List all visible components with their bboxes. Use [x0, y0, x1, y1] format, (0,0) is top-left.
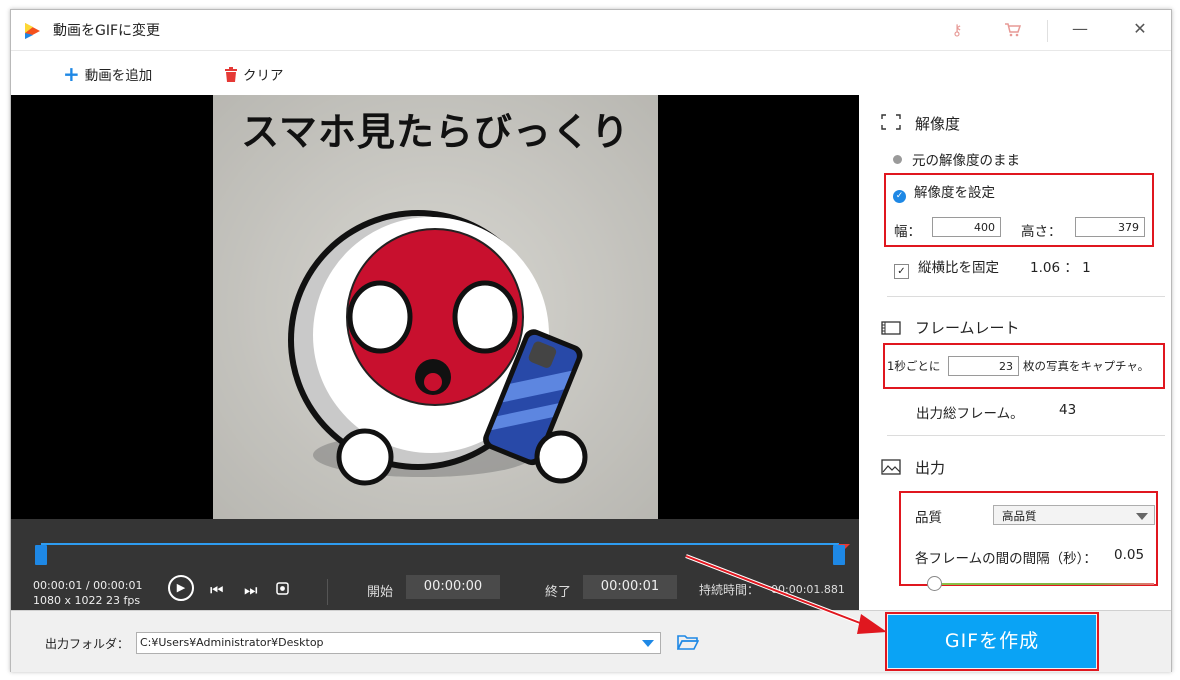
title-divider	[1047, 20, 1048, 42]
set-resolution-label: 解像度を設定	[914, 185, 995, 201]
total-frames-value: 43	[1059, 402, 1077, 418]
ratio-value: 1.06 ： 1	[1030, 260, 1091, 276]
create-gif-button[interactable]: GIFを作成	[888, 615, 1096, 668]
timeline-track[interactable]	[35, 535, 850, 565]
radio-unselected-icon	[893, 155, 902, 164]
snapshot-icon[interactable]	[276, 581, 289, 599]
chevron-down-icon[interactable]	[642, 640, 654, 647]
video-frame: スマホ見たらびっくり	[213, 95, 658, 519]
output-folder-input[interactable]: C:¥Users¥Administrator¥Desktop	[136, 632, 661, 654]
resolution-icon	[881, 114, 901, 130]
clear-label: クリア	[243, 68, 284, 84]
output-folder-path: C:¥Users¥Administrator¥Desktop	[140, 636, 324, 649]
interval-slider-knob[interactable]	[927, 576, 943, 591]
next-frame-icon[interactable]: ⏭	[244, 581, 258, 599]
checkbox-checked-icon: ✓	[894, 264, 909, 279]
output-title: 出力	[915, 459, 946, 477]
chevron-down-icon	[1136, 513, 1148, 520]
time-info: 00:00:01 / 00:00:01 1080 x 1022 23 fps	[33, 578, 143, 608]
quality-select[interactable]: 高品質	[993, 505, 1155, 525]
keep-ratio-checkbox[interactable]: ✓ 縦横比を固定	[894, 256, 999, 279]
meme-image	[213, 95, 658, 519]
prev-frame-icon[interactable]: ⏮	[210, 581, 224, 599]
clear-button[interactable]: クリア	[224, 64, 284, 84]
timeline-line	[41, 543, 839, 545]
settings-panel: 解像度 元の解像度のまま ✓ 解像度を設定 幅： 400 高さ： 379 ✓ 縦横比…	[859, 95, 1171, 610]
minimize-button[interactable]: —	[1063, 16, 1097, 42]
end-label: 終了	[545, 585, 572, 600]
start-label: 開始	[367, 585, 394, 600]
width-input[interactable]: 400	[932, 217, 1001, 237]
playback-controls: 00:00:01 / 00:00:01 1080 x 1022 23 fps ▶…	[11, 519, 859, 610]
end-time-input[interactable]: 00:00:01	[583, 575, 677, 599]
duration-label: 持続時間：	[699, 583, 760, 597]
height-input[interactable]: 379	[1075, 217, 1145, 237]
close-button[interactable]: ✕	[1123, 16, 1157, 42]
quality-label: 品質	[915, 510, 942, 526]
section-divider	[887, 435, 1165, 436]
interval-value: 0.05	[1114, 547, 1145, 563]
radio-checked-icon: ✓	[893, 190, 906, 203]
title-bar: 動画をGIFに変更 ⚷ — ✕	[11, 10, 1171, 50]
toolbar: + 動画を追加 クリア	[11, 50, 1171, 95]
add-video-button[interactable]: + 動画を追加	[63, 64, 152, 84]
image-icon	[881, 459, 901, 475]
keep-original-radio[interactable]: 元の解像度のまま	[893, 149, 1020, 169]
set-resolution-radio[interactable]: ✓ 解像度を設定	[893, 181, 995, 203]
current-time: 00:00:01 / 00:00:01	[33, 579, 143, 592]
width-label: 幅：	[894, 224, 921, 240]
key-icon[interactable]: ⚷	[945, 18, 969, 42]
interval-slider-track[interactable]	[930, 583, 1154, 585]
window-title: 動画をGIFに変更	[53, 23, 161, 39]
meme-caption: スマホ見たらびっくり	[241, 110, 630, 154]
filmstrip-icon	[881, 321, 901, 335]
start-time-input[interactable]: 00:00:00	[406, 575, 500, 599]
plus-icon: +	[63, 62, 80, 86]
total-frames-label: 出力総フレーム。	[916, 406, 1024, 422]
per-second-prefix: 1秒ごとに	[887, 359, 941, 373]
trim-end-handle[interactable]	[833, 545, 845, 565]
app-window: 動画をGIFに変更 ⚷ — ✕ + 動画を追加 クリア スマホ見たらびっくり 0…	[10, 9, 1172, 672]
trash-icon	[225, 66, 237, 82]
trim-start-handle[interactable]	[35, 545, 47, 565]
add-video-label: 動画を追加	[84, 68, 153, 84]
interval-label: 各フレームの間の間隔（秒）：	[915, 551, 1097, 567]
video-preview: スマホ見たらびっくり	[11, 95, 859, 519]
per-second-suffix: 枚の写真をキャプチャ。	[1023, 359, 1150, 373]
keep-original-label: 元の解像度のまま	[912, 153, 1020, 169]
folder-open-icon[interactable]	[677, 633, 699, 651]
height-label: 高さ：	[1021, 224, 1062, 240]
section-divider	[887, 296, 1165, 297]
quality-value: 高品質	[1002, 509, 1037, 523]
separator	[327, 579, 328, 605]
bottom-bar: 出力フォルダ： C:¥Users¥Administrator¥Desktop G…	[11, 610, 1171, 672]
framerate-title: フレームレート	[915, 319, 1020, 337]
resolution-fps: 1080 x 1022 23 fps	[33, 594, 141, 607]
duration-value: 00:00:01.881	[771, 583, 845, 596]
cart-icon[interactable]	[1001, 18, 1025, 42]
app-logo-icon	[25, 23, 40, 39]
resolution-title: 解像度	[915, 115, 961, 133]
frames-per-second-input[interactable]: 23	[948, 356, 1019, 376]
play-button[interactable]: ▶	[168, 575, 194, 601]
output-folder-label: 出力フォルダ：	[45, 637, 130, 651]
keep-ratio-label: 縦横比を固定	[918, 260, 999, 276]
